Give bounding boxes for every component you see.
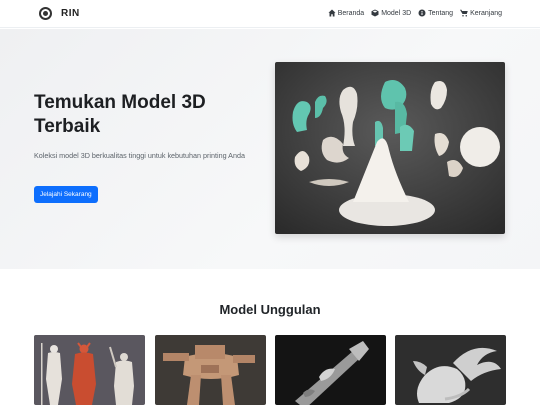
hero-section: Temukan Model 3D Terbaik Koleksi model 3… (0, 29, 540, 269)
cart-icon (460, 9, 468, 17)
model-card-dragon[interactable] (395, 335, 506, 405)
navbar: RIN Beranda Model 3D Tentang Keranjang (0, 0, 540, 28)
logo-icon (39, 7, 52, 20)
brand-name: RIN (61, 8, 80, 19)
home-icon (328, 9, 336, 17)
nav-item-keranjang[interactable]: Keranjang (460, 9, 502, 17)
nav-item-label: Model 3D (381, 9, 412, 17)
featured-title: Model Unggulan (219, 302, 321, 317)
hero-title: Temukan Model 3D Terbaik (34, 92, 206, 137)
model-card-sword[interactable] (275, 335, 386, 405)
hero-subtitle: Koleksi model 3D berkualitas tinggi untu… (34, 151, 245, 160)
nav-item-tentang[interactable]: Tentang (418, 9, 453, 17)
info-icon (418, 9, 426, 17)
nav-item-label: Keranjang (470, 9, 502, 17)
hero-image (275, 62, 505, 234)
nav-item-label: Beranda (337, 9, 365, 17)
model-card-figures[interactable] (34, 335, 145, 405)
brand-link[interactable]: RIN (39, 7, 80, 20)
nav-menu: Beranda Model 3D Tentang Keranjang (328, 9, 502, 17)
cube-icon (371, 9, 379, 17)
nav-item-model-3d[interactable]: Model 3D (371, 9, 411, 17)
model-card-mech[interactable] (155, 335, 266, 405)
nav-item-label: Tentang (428, 9, 454, 17)
explore-button[interactable]: Jelajahi Sekarang (34, 186, 98, 203)
nav-item-beranda[interactable]: Beranda (328, 9, 364, 17)
